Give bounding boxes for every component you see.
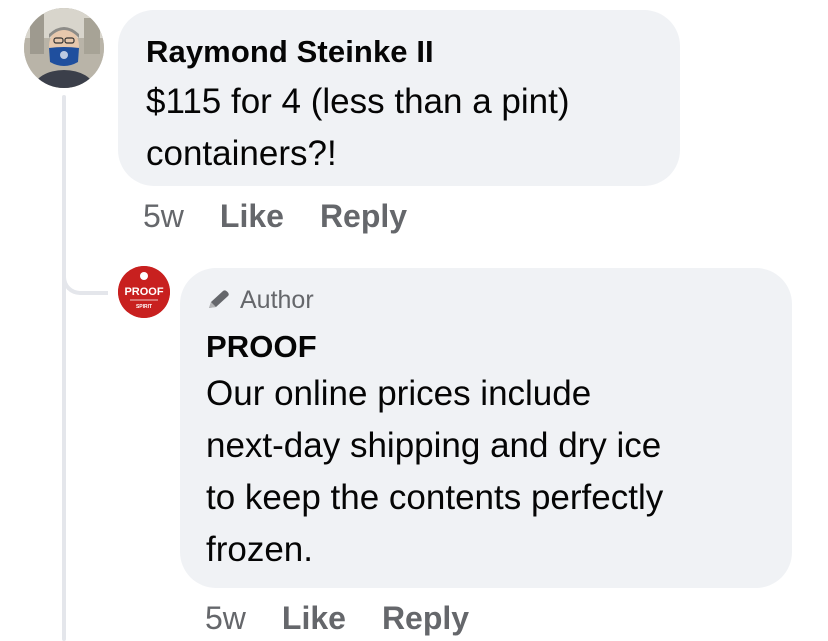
reply-text-line: frozen. <box>206 530 313 569</box>
comment-text: $115 for 4 (less than a pint) containers… <box>146 76 652 180</box>
comment-text-line: containers?! <box>146 134 337 173</box>
reply-text: Our online prices include next-day shipp… <box>206 368 766 576</box>
author-badge-label: Author <box>240 286 314 314</box>
comment-author[interactable]: Raymond Steinke II <box>146 32 652 72</box>
proof-logo-avatar[interactable]: PROOF SPIRIT <box>118 266 170 318</box>
reply-text-line: to keep the contents perfectly <box>206 478 664 517</box>
thread-connector <box>62 255 108 295</box>
comment-timestamp[interactable]: 5w <box>143 198 184 235</box>
thread-line <box>62 95 66 641</box>
comment-bubble: Raymond Steinke II $115 for 4 (less than… <box>118 10 680 186</box>
like-button[interactable]: Like <box>220 198 284 235</box>
logo-subtext: SPIRIT <box>136 304 152 310</box>
user-photo-icon <box>24 8 104 88</box>
comment-text-line: $115 for 4 (less than a pint) <box>146 82 570 121</box>
reply-bubble: Author PROOF Our online prices include n… <box>180 268 792 588</box>
reply-timestamp[interactable]: 5w <box>205 600 246 637</box>
like-button[interactable]: Like <box>282 600 346 637</box>
avatar[interactable] <box>24 8 104 88</box>
pencil-icon <box>209 290 229 308</box>
reply-text-line: Our online prices include <box>206 374 592 413</box>
comment-actions: 5w Like Reply <box>143 198 407 235</box>
reply-actions: 5w Like Reply <box>205 600 469 637</box>
reply-button[interactable]: Reply <box>382 600 469 637</box>
logo-text: PROOF <box>124 286 163 298</box>
proof-logo-icon: PROOF SPIRIT <box>118 266 170 318</box>
author-badge: Author <box>206 282 766 318</box>
reply-button[interactable]: Reply <box>320 198 407 235</box>
reply-author[interactable]: PROOF <box>206 326 766 368</box>
reply-text-line: next-day shipping and dry ice <box>206 426 662 465</box>
